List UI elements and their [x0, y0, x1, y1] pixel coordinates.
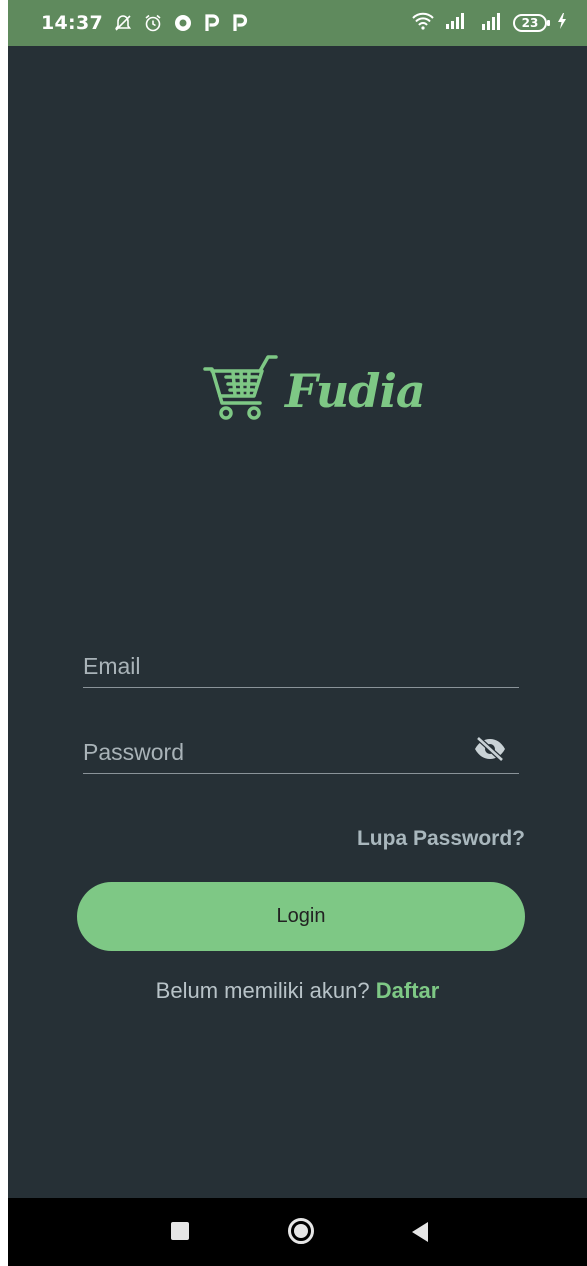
- alarm-icon: [143, 13, 163, 33]
- forgot-password-link[interactable]: Lupa Password?: [357, 827, 525, 851]
- shopping-cart-icon: [203, 349, 283, 434]
- status-bar: 14:37 23: [8, 0, 587, 46]
- signup-link[interactable]: Daftar: [376, 978, 440, 1003]
- status-notification-icons: [113, 13, 249, 33]
- p-app-icon: [231, 13, 249, 33]
- opera-icon: [173, 13, 193, 33]
- eye-off-icon: [473, 735, 507, 767]
- battery-icon: 23: [513, 14, 550, 32]
- password-input[interactable]: [83, 732, 463, 773]
- wifi-icon: [411, 12, 435, 34]
- recent-apps-button[interactable]: [171, 1222, 189, 1240]
- login-button[interactable]: Login: [77, 882, 525, 951]
- password-field: [83, 732, 519, 774]
- android-nav-bar: [8, 1198, 587, 1266]
- p-app-icon: [203, 13, 221, 33]
- home-button[interactable]: [288, 1218, 314, 1244]
- app-logo: Fudia: [203, 346, 426, 436]
- status-system-icons: 23: [411, 12, 567, 34]
- charging-icon: [557, 13, 567, 33]
- signal-icon: [445, 13, 467, 33]
- logo-wordmark: Fudia: [285, 364, 426, 418]
- signal-4g-icon: [477, 12, 503, 34]
- login-screen: Fudia Lupa Password? Login Belum memilik…: [8, 46, 587, 1198]
- signup-prompt: Belum memiliki akun? Daftar: [8, 978, 587, 1004]
- back-button[interactable]: [412, 1222, 428, 1242]
- email-input[interactable]: [83, 646, 519, 687]
- email-field: [83, 646, 519, 688]
- signup-prompt-text: Belum memiliki akun?: [155, 978, 370, 1003]
- mute-icon: [113, 13, 133, 33]
- battery-level: 23: [521, 16, 539, 30]
- toggle-password-visibility-button[interactable]: [473, 735, 507, 767]
- status-time: 14:37: [41, 12, 103, 34]
